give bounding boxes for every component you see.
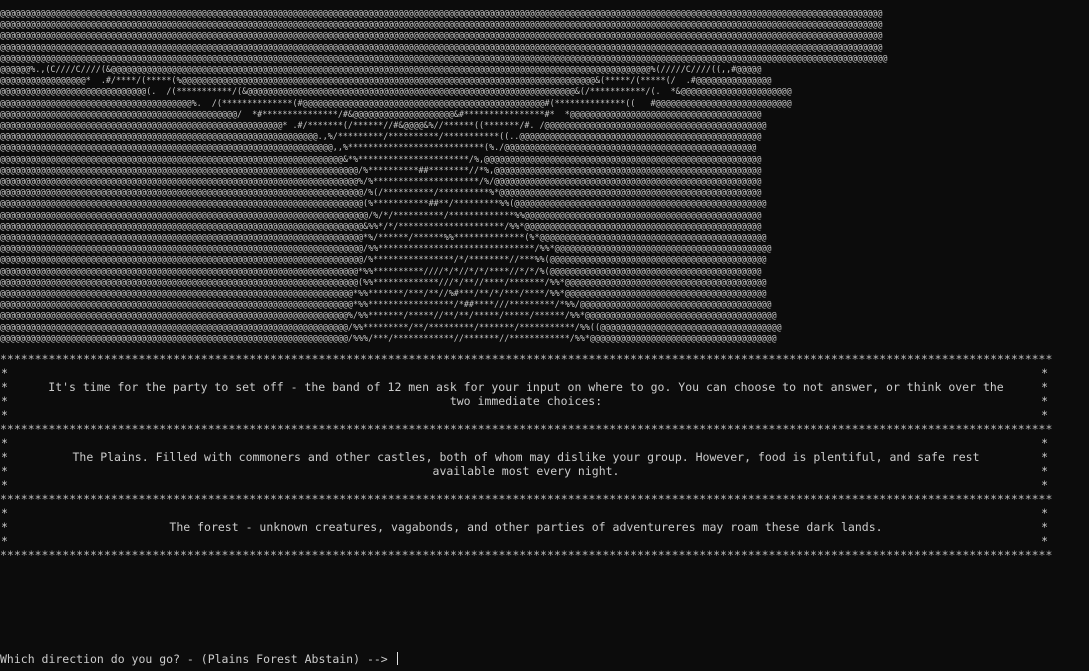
plains-panel: * * * * The Plains. Filled with commoner… xyxy=(0,450,1052,478)
frame-star: * xyxy=(1,408,8,423)
text-cursor xyxy=(396,652,398,665)
frame-star: * xyxy=(1,520,8,535)
panel-padding-line: * * xyxy=(0,366,1052,380)
frame-star: * xyxy=(1,394,8,409)
panel-padding-line: * * xyxy=(0,436,1052,450)
frame-star: * xyxy=(1,506,8,521)
frame-star: * xyxy=(1041,534,1048,549)
frame-star: * xyxy=(1,450,8,465)
frame-star: * xyxy=(1041,464,1048,479)
frame-star: * xyxy=(1,436,8,451)
plains-description: The Plains. Filled with commoners and ot… xyxy=(72,450,980,479)
story-border-divider: ****************************************… xyxy=(0,422,1052,437)
frame-star: * xyxy=(1041,394,1048,409)
intro-text: It's time for the party to set off - the… xyxy=(48,380,1004,409)
frame-star: * xyxy=(1041,450,1048,465)
panel-padding-line: * * xyxy=(0,478,1052,492)
panel-padding-line: * * xyxy=(0,534,1052,548)
forest-panel: * * The forest - unknown creatures, vaga… xyxy=(0,520,1052,534)
console-window: @@@@@@@@@@@@@@@@@@@@@@@@@@@@@@@@@@@@@@@@… xyxy=(0,8,1089,671)
frame-star: * xyxy=(1,380,8,395)
story-border-divider: ****************************************… xyxy=(0,492,1052,507)
command-prompt[interactable]: Which direction do you go? - (Plains For… xyxy=(0,652,398,666)
frame-star: * xyxy=(1041,408,1048,423)
story-section: ****************************************… xyxy=(0,352,1052,562)
frame-star: * xyxy=(1041,436,1048,451)
intro-panel: * * * * It's time for the party to set o… xyxy=(0,380,1052,408)
panel-padding-line: * * xyxy=(0,408,1052,422)
ascii-art-castle: @@@@@@@@@@@@@@@@@@@@@@@@@@@@@@@@@@@@@@@@… xyxy=(0,8,888,343)
frame-star: * xyxy=(1041,520,1048,535)
frame-star: * xyxy=(1041,366,1048,381)
frame-star: * xyxy=(1,464,8,479)
story-border-bottom: ****************************************… xyxy=(0,548,1052,563)
frame-star: * xyxy=(1041,506,1048,521)
frame-star: * xyxy=(1,478,8,493)
frame-star: * xyxy=(1041,478,1048,493)
prompt-text: Which direction do you go? - (Plains For… xyxy=(0,652,395,666)
frame-star: * xyxy=(1,534,8,549)
frame-star: * xyxy=(1,366,8,381)
panel-padding-line: * * xyxy=(0,506,1052,520)
frame-star: * xyxy=(1041,380,1048,395)
forest-description: The forest - unknown creatures, vagabond… xyxy=(169,520,883,535)
story-border-top: ****************************************… xyxy=(0,352,1052,367)
